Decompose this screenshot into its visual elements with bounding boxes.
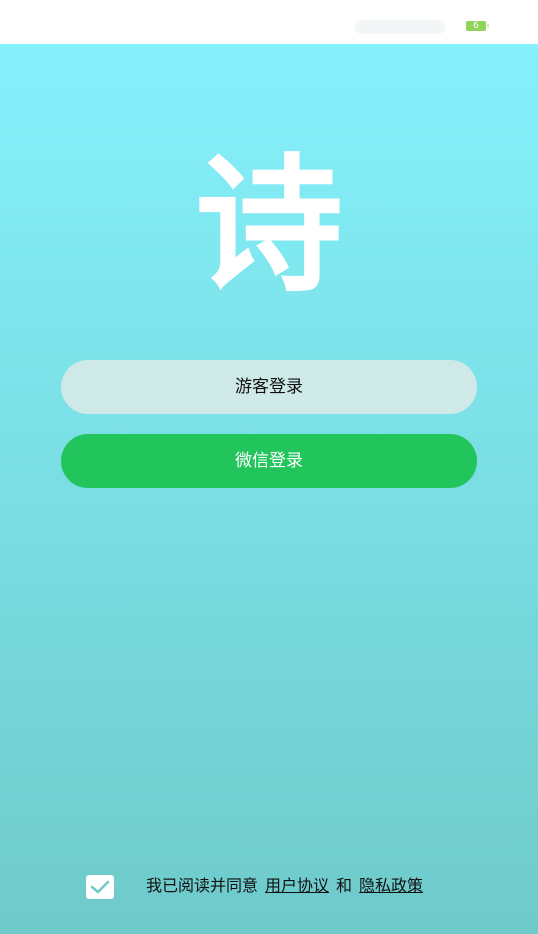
main-content: 诗 游客登录 微信登录 我已阅读并同意 用户协议和隐私政策 — [0, 44, 538, 934]
agreement-row: 我已阅读并同意 用户协议和隐私政策 — [0, 870, 538, 902]
signal-icons — [355, 20, 445, 34]
agreement-prefix: 我已阅读并同意 — [146, 876, 259, 895]
battery-cap — [487, 24, 489, 28]
agreement-text: 我已阅读并同意 用户协议和隐私政策 — [146, 873, 423, 899]
battery-icon: 6 — [466, 21, 486, 31]
agreement-and: 和 — [336, 876, 353, 895]
app-logo: 诗 — [195, 138, 343, 312]
check-icon — [90, 880, 110, 894]
battery-level: 6 — [473, 21, 479, 31]
user-agreement-link[interactable]: 用户协议 — [265, 876, 329, 895]
privacy-policy-link[interactable]: 隐私政策 — [359, 876, 423, 895]
wechat-login-button[interactable]: 微信登录 — [61, 434, 477, 488]
login-screen: 6 诗 游客登录 微信登录 我已阅读并同意 用户协议和隐私政策 — [0, 0, 538, 934]
guest-login-button[interactable]: 游客登录 — [61, 360, 477, 414]
status-bar: 6 — [0, 0, 538, 44]
agreement-checkbox[interactable] — [86, 875, 114, 899]
